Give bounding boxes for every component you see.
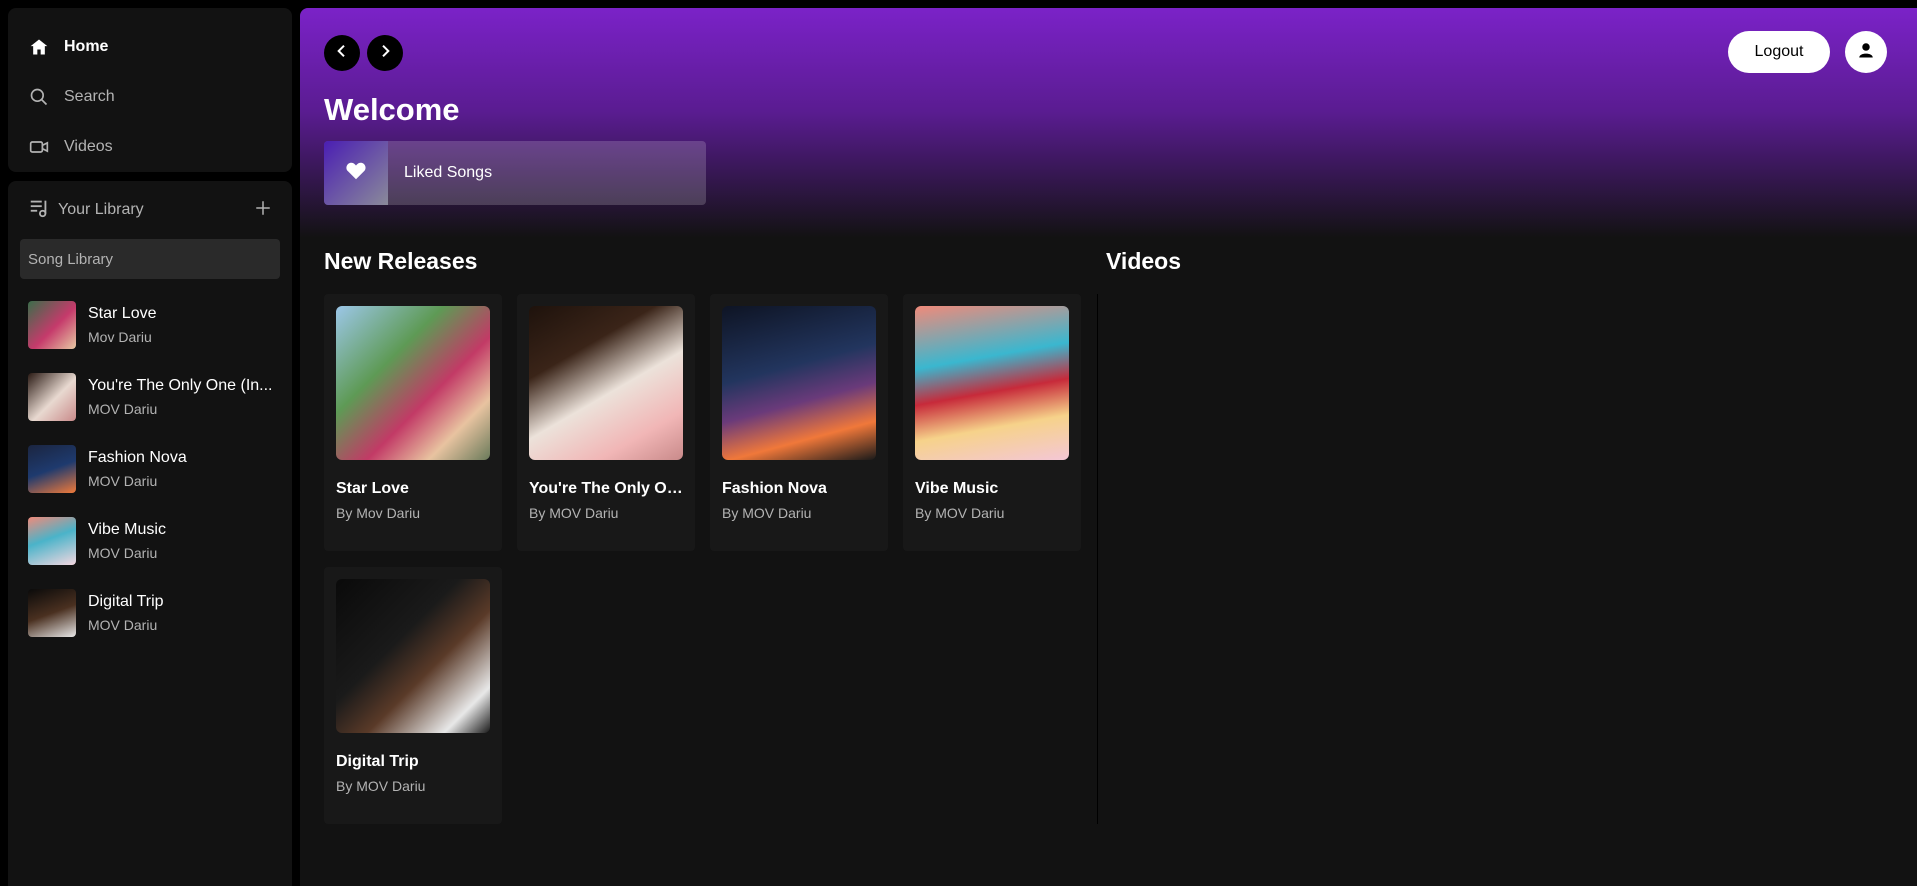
section-divider — [1097, 294, 1098, 824]
release-card[interactable]: Star Love By Mov Dariu — [324, 294, 502, 551]
song-thumbnail — [28, 589, 76, 637]
back-button[interactable] — [324, 35, 360, 71]
liked-songs-label: Liked Songs — [404, 164, 493, 181]
chevron-left-icon — [334, 43, 350, 64]
liked-songs-cover — [324, 141, 388, 205]
add-icon[interactable] — [254, 199, 272, 222]
chevron-right-icon — [377, 43, 393, 64]
video-icon — [28, 136, 50, 158]
release-title: Digital Trip — [336, 753, 419, 770]
release-artist: By MOV Dariu — [915, 505, 1005, 521]
page-title: Welcome — [324, 92, 460, 127]
release-title: Star Love — [336, 480, 409, 497]
library-title: Your Library — [58, 201, 144, 218]
release-artist: By MOV Dariu — [722, 505, 812, 521]
album-art — [722, 306, 876, 460]
release-card[interactable]: Digital Trip By MOV Dariu — [324, 567, 502, 824]
song-title: You're The Only One (In... — [88, 377, 272, 394]
library-title-button[interactable]: Your Library — [28, 197, 144, 224]
list-item[interactable]: Digital Trip MOV Dariu — [8, 577, 292, 649]
library-list: Star Love Mov Dariu You're The Only One (… — [8, 289, 292, 649]
main-content: Logout Welcome Liked Songs New Releases … — [300, 8, 1917, 886]
library-icon — [28, 197, 50, 224]
song-thumbnail — [28, 445, 76, 493]
list-item[interactable]: Star Love Mov Dariu — [8, 289, 292, 361]
album-art — [336, 306, 490, 460]
album-art — [915, 306, 1069, 460]
nav-label: Search — [64, 88, 115, 105]
list-item[interactable]: Fashion Nova MOV Dariu — [8, 433, 292, 505]
search-icon — [28, 86, 50, 108]
sidebar-nav: Home Search Videos — [8, 8, 292, 172]
song-title: Star Love — [88, 305, 157, 322]
song-title: Vibe Music — [88, 521, 166, 538]
song-artist: MOV Dariu — [88, 545, 158, 561]
heart-icon — [345, 160, 367, 187]
list-item[interactable]: You're The Only One (In... MOV Dariu — [8, 361, 292, 433]
new-releases-heading: New Releases — [324, 248, 478, 274]
release-title: Fashion Nova — [722, 480, 827, 497]
videos-heading: Videos — [1106, 248, 1181, 274]
album-art — [336, 579, 490, 733]
logout-button[interactable]: Logout — [1728, 31, 1830, 73]
nav-label: Videos — [64, 138, 113, 155]
nav-item-search[interactable]: Search — [28, 72, 272, 122]
album-art — [529, 306, 683, 460]
user-icon — [1857, 41, 1875, 64]
release-card[interactable]: Fashion Nova By MOV Dariu — [710, 294, 888, 551]
library-panel: Your Library Star Love Mov Dariu You're T… — [8, 181, 292, 886]
home-icon — [28, 36, 50, 58]
library-header: Your Library — [8, 181, 292, 239]
song-artist: MOV Dariu — [88, 617, 158, 633]
release-artist: By MOV Dariu — [529, 505, 619, 521]
nav-item-home[interactable]: Home — [28, 22, 272, 72]
release-artist: By MOV Dariu — [336, 778, 426, 794]
release-title: You're The Only On... — [529, 480, 683, 497]
nav-item-videos[interactable]: Videos — [28, 122, 272, 172]
song-title: Digital Trip — [88, 593, 164, 610]
song-title: Fashion Nova — [88, 449, 187, 466]
release-artist: By Mov Dariu — [336, 505, 421, 521]
release-title: Vibe Music — [915, 480, 999, 497]
song-artist: Mov Dariu — [88, 329, 152, 345]
song-thumbnail — [28, 373, 76, 421]
list-item[interactable]: Vibe Music MOV Dariu — [8, 505, 292, 577]
nav-label: Home — [64, 38, 109, 55]
song-thumbnail — [28, 517, 76, 565]
release-card[interactable]: You're The Only On... By MOV Dariu — [517, 294, 695, 551]
song-thumbnail — [28, 301, 76, 349]
forward-button[interactable] — [367, 35, 403, 71]
song-artist: MOV Dariu — [88, 401, 158, 417]
song-artist: MOV Dariu — [88, 473, 158, 489]
library-search-input[interactable] — [20, 239, 280, 279]
release-card[interactable]: Vibe Music By MOV Dariu — [903, 294, 1081, 551]
avatar[interactable] — [1845, 31, 1887, 73]
liked-songs-card[interactable]: Liked Songs — [324, 141, 706, 205]
